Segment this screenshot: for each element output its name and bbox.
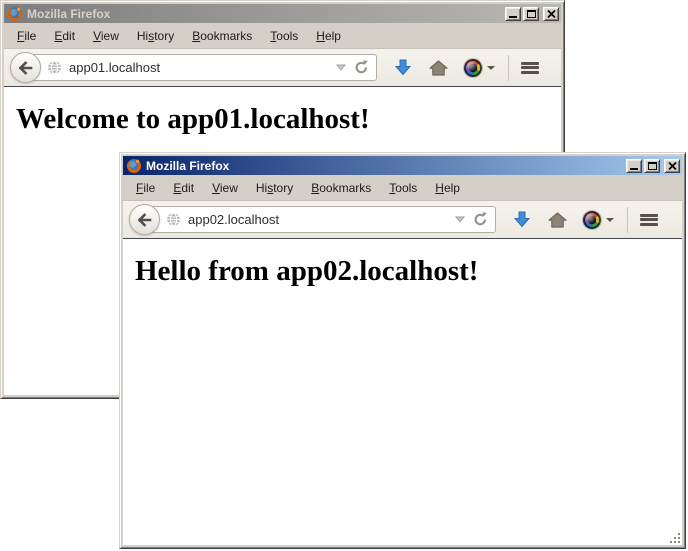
minimize-button[interactable]: [505, 7, 521, 21]
back-button[interactable]: [129, 204, 160, 235]
close-icon: [547, 10, 556, 18]
menu-tools[interactable]: Tools: [380, 178, 426, 198]
menu-button[interactable]: [640, 212, 658, 227]
download-arrow-icon: [514, 211, 530, 228]
menu-bar: FileEditViewHistoryBookmarksToolsHelp: [4, 23, 561, 48]
back-arrow-icon: [136, 212, 153, 228]
maximize-icon: [527, 10, 536, 18]
maximize-button[interactable]: [644, 159, 660, 173]
minimize-icon: [509, 16, 517, 18]
site-identity-globe-icon: [47, 60, 62, 75]
firefox-window-app02: Mozilla Firefox FileEditViewHistoryBookm…: [119, 152, 686, 549]
url-text[interactable]: app02.localhost: [188, 212, 455, 227]
window-titlebar[interactable]: Mozilla Firefox: [4, 4, 561, 23]
menu-bar: FileEditViewHistoryBookmarksToolsHelp: [123, 175, 682, 200]
firefox-icon: [7, 6, 23, 22]
url-text[interactable]: app01.localhost: [69, 60, 336, 75]
menu-button[interactable]: [521, 60, 539, 75]
titlebar-buttons: [503, 7, 559, 21]
close-icon: [668, 162, 677, 170]
chevron-down-icon: [606, 218, 614, 222]
window-title: Mozilla Firefox: [27, 7, 110, 21]
url-bar[interactable]: app01.localhost: [25, 54, 377, 81]
toolbar-separator: [508, 55, 509, 81]
url-bar[interactable]: app02.localhost: [144, 206, 496, 233]
menu-help[interactable]: Help: [426, 178, 469, 198]
menu-bookmarks[interactable]: Bookmarks: [183, 26, 261, 46]
window-title: Mozilla Firefox: [146, 159, 229, 173]
home-button[interactable]: [429, 60, 448, 76]
home-button[interactable]: [548, 212, 567, 228]
hamburger-icon: [521, 60, 539, 75]
window-titlebar[interactable]: Mozilla Firefox: [123, 156, 682, 175]
titlebar-buttons: [624, 159, 680, 173]
resize-grip[interactable]: [668, 531, 682, 545]
minimize-icon: [630, 168, 638, 170]
back-button[interactable]: [10, 52, 41, 83]
site-identity-globe-icon: [166, 212, 181, 227]
menu-edit[interactable]: Edit: [45, 26, 84, 46]
navigation-toolbar: app02.localhost: [123, 200, 682, 239]
menu-bookmarks[interactable]: Bookmarks: [302, 178, 380, 198]
toolbar-separator: [627, 207, 628, 233]
home-icon: [429, 60, 448, 76]
downloads-button[interactable]: [395, 59, 411, 76]
menu-help[interactable]: Help: [307, 26, 350, 46]
menu-history[interactable]: History: [247, 178, 302, 198]
menu-history[interactable]: History: [128, 26, 183, 46]
reload-button[interactable]: [473, 212, 488, 227]
download-arrow-icon: [395, 59, 411, 76]
menu-tools[interactable]: Tools: [261, 26, 307, 46]
addon-button[interactable]: [583, 211, 614, 229]
hamburger-icon: [640, 212, 658, 227]
urlbar-dropdown-icon[interactable]: [336, 64, 346, 71]
reload-icon: [473, 212, 488, 227]
maximize-icon: [648, 162, 657, 170]
reload-icon: [354, 60, 369, 75]
minimize-button[interactable]: [626, 159, 642, 173]
page-content: Hello from app02.localhost!: [123, 239, 682, 545]
menu-view[interactable]: View: [203, 178, 247, 198]
close-button[interactable]: [664, 159, 680, 173]
back-arrow-icon: [17, 60, 34, 76]
close-button[interactable]: [543, 7, 559, 21]
home-icon: [548, 212, 567, 228]
page-heading: Welcome to app01.localhost!: [16, 103, 561, 136]
firefox-icon: [126, 158, 142, 174]
menu-edit[interactable]: Edit: [164, 178, 203, 198]
aperture-icon: [464, 59, 482, 77]
aperture-icon: [583, 211, 601, 229]
menu-file[interactable]: File: [127, 178, 164, 198]
chevron-down-icon: [487, 66, 495, 70]
maximize-button[interactable]: [523, 7, 539, 21]
menu-file[interactable]: File: [8, 26, 45, 46]
navigation-toolbar: app01.localhost: [4, 48, 561, 87]
urlbar-dropdown-icon[interactable]: [455, 216, 465, 223]
addon-button[interactable]: [464, 59, 495, 77]
page-heading: Hello from app02.localhost!: [135, 255, 682, 288]
menu-view[interactable]: View: [84, 26, 128, 46]
reload-button[interactable]: [354, 60, 369, 75]
downloads-button[interactable]: [514, 211, 530, 228]
